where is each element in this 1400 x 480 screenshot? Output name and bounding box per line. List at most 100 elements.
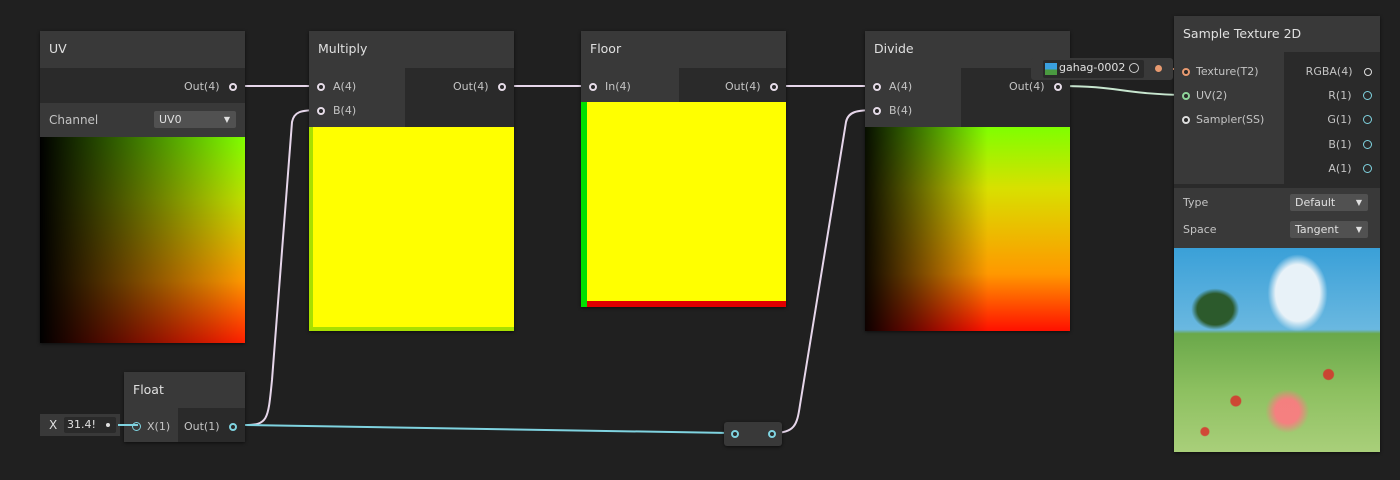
texture-object-field[interactable]: gahag-0002	[1043, 60, 1144, 78]
divide-preview	[865, 127, 1070, 331]
input-port-b[interactable]: B(4)	[873, 102, 912, 120]
port-label: Out(4)	[452, 80, 489, 93]
port-label: Out(4)	[1008, 80, 1045, 93]
port-connector-icon[interactable]	[873, 83, 881, 91]
node-title: Sample Texture 2D	[1183, 26, 1302, 41]
channel-row: Channel UV0 ▼	[40, 103, 245, 137]
channel-value: UV0	[159, 113, 182, 126]
input-port-a[interactable]: A(4)	[317, 78, 356, 96]
port-connector-icon[interactable]	[498, 83, 506, 91]
texture-name: gahag-0002	[1059, 61, 1126, 74]
output-port-out[interactable]: Out(4)	[453, 78, 506, 96]
port-label: Out(1)	[183, 420, 220, 433]
input-port-a[interactable]: A(4)	[873, 78, 912, 96]
channel-label: Channel	[49, 113, 99, 127]
output-port-out[interactable]: Out(1)	[184, 418, 237, 436]
node-header[interactable]: Multiply	[309, 31, 514, 68]
float-value-field[interactable]: X 31.4!	[40, 414, 120, 436]
wire-float-to-reroute	[244, 424, 731, 434]
input-port-sampler[interactable]: Sampler(SS)	[1182, 111, 1264, 129]
port-connector-icon[interactable]	[1363, 115, 1372, 124]
output-port-a[interactable]: A(1)	[1328, 160, 1372, 178]
port-connector-icon[interactable]	[1182, 116, 1190, 124]
floor-red-edge	[587, 301, 786, 307]
port-connector-icon[interactable]	[317, 107, 325, 115]
node-title: Float	[133, 382, 164, 397]
input-port-b[interactable]: B(4)	[317, 102, 356, 120]
wire-reroute-to-divide-b	[771, 109, 877, 434]
object-picker-icon[interactable]	[1129, 63, 1139, 73]
port-label: G(1)	[1327, 113, 1352, 126]
port-connector-icon[interactable]	[1182, 68, 1190, 76]
port-connector-icon[interactable]	[229, 423, 237, 431]
port-connector-icon[interactable]	[1364, 68, 1372, 76]
floor-preview	[581, 102, 786, 307]
port-connector-icon[interactable]	[770, 83, 778, 91]
texture-preview	[1174, 248, 1380, 452]
port-connector-icon[interactable]	[1363, 140, 1372, 149]
floor-green-edge	[581, 102, 587, 307]
port-connector-icon[interactable]	[1363, 91, 1372, 100]
reroute-output-icon[interactable]	[768, 430, 776, 438]
chevron-down-icon: ▼	[1355, 225, 1362, 234]
port-label: RGBA(4)	[1305, 65, 1353, 78]
image-icon	[1045, 63, 1057, 75]
input-port-in[interactable]: In(4)	[589, 78, 631, 96]
reroute-node[interactable]	[724, 422, 782, 446]
output-port-rgba[interactable]: RGBA(4)	[1306, 63, 1372, 81]
texture-asset-field[interactable]: gahag-0002	[1031, 58, 1173, 80]
output-port-g[interactable]: G(1)	[1327, 111, 1372, 129]
chevron-down-icon: ▼	[1355, 198, 1362, 207]
port-label: A(4)	[889, 80, 913, 93]
field-connector-icon	[106, 423, 110, 427]
input-port-x[interactable]: X(1)	[132, 418, 170, 436]
reroute-input-icon[interactable]	[731, 430, 739, 438]
output-port-b[interactable]: B(1)	[1328, 136, 1372, 154]
type-dropdown[interactable]: Default ▼	[1290, 194, 1368, 211]
port-label: In(4)	[605, 80, 631, 93]
channel-dropdown[interactable]: UV0 ▼	[154, 111, 236, 128]
node-header[interactable]: Floor	[581, 31, 786, 68]
float-node[interactable]: Float X(1) Out(1)	[124, 372, 245, 442]
port-label: B(4)	[333, 104, 357, 117]
sample-texture-2d-node[interactable]: Sample Texture 2D Texture(T2) UV(2) Samp…	[1174, 16, 1380, 452]
wire-divide-to-uv	[1059, 85, 1187, 96]
output-port-out[interactable]: Out(4)	[1009, 78, 1062, 96]
input-port-texture[interactable]: Texture(T2)	[1182, 63, 1259, 81]
multiply-node[interactable]: Multiply A(4) B(4) Out(4)	[309, 31, 514, 331]
node-title: UV	[49, 41, 67, 56]
port-label: B(1)	[1328, 138, 1352, 151]
port-connector-icon[interactable]	[1363, 164, 1372, 173]
port-connector-icon[interactable]	[589, 83, 597, 91]
uv-node[interactable]: UV Out(4) Channel UV0 ▼	[40, 31, 245, 343]
port-label: A(4)	[333, 80, 357, 93]
space-dropdown[interactable]: Tangent ▼	[1290, 221, 1368, 238]
port-connector-icon[interactable]	[1182, 92, 1190, 100]
node-title: Divide	[874, 41, 914, 56]
port-connector-icon[interactable]	[229, 83, 237, 91]
port-connector-icon[interactable]	[1054, 83, 1062, 91]
output-port-out[interactable]: Out(4)	[725, 78, 778, 96]
node-title: Floor	[590, 41, 622, 56]
output-port-r[interactable]: R(1)	[1328, 87, 1372, 105]
node-header[interactable]: Sample Texture 2D	[1174, 16, 1380, 52]
node-header[interactable]: Float	[124, 372, 245, 408]
port-label: Out(4)	[183, 80, 220, 93]
port-label: B(4)	[889, 104, 913, 117]
port-connector-icon[interactable]	[317, 83, 325, 91]
type-label: Type	[1183, 196, 1209, 209]
port-label: A(1)	[1328, 162, 1352, 175]
float-value: 31.4!	[67, 418, 96, 431]
floor-node[interactable]: Floor In(4) Out(4)	[581, 31, 786, 307]
output-port-out[interactable]: Out(4)	[184, 78, 237, 96]
float-input[interactable]: 31.4!	[64, 417, 116, 433]
port-label: Sampler(SS)	[1196, 113, 1265, 126]
chevron-down-icon: ▼	[223, 115, 230, 124]
node-header[interactable]: UV	[40, 31, 245, 68]
port-label: R(1)	[1328, 89, 1352, 102]
input-port-uv[interactable]: UV(2)	[1182, 87, 1227, 105]
space-label: Space	[1183, 223, 1217, 236]
port-connector-icon[interactable]	[873, 107, 881, 115]
port-label: Texture(T2)	[1196, 65, 1259, 78]
port-connector-icon[interactable]	[1155, 65, 1162, 72]
